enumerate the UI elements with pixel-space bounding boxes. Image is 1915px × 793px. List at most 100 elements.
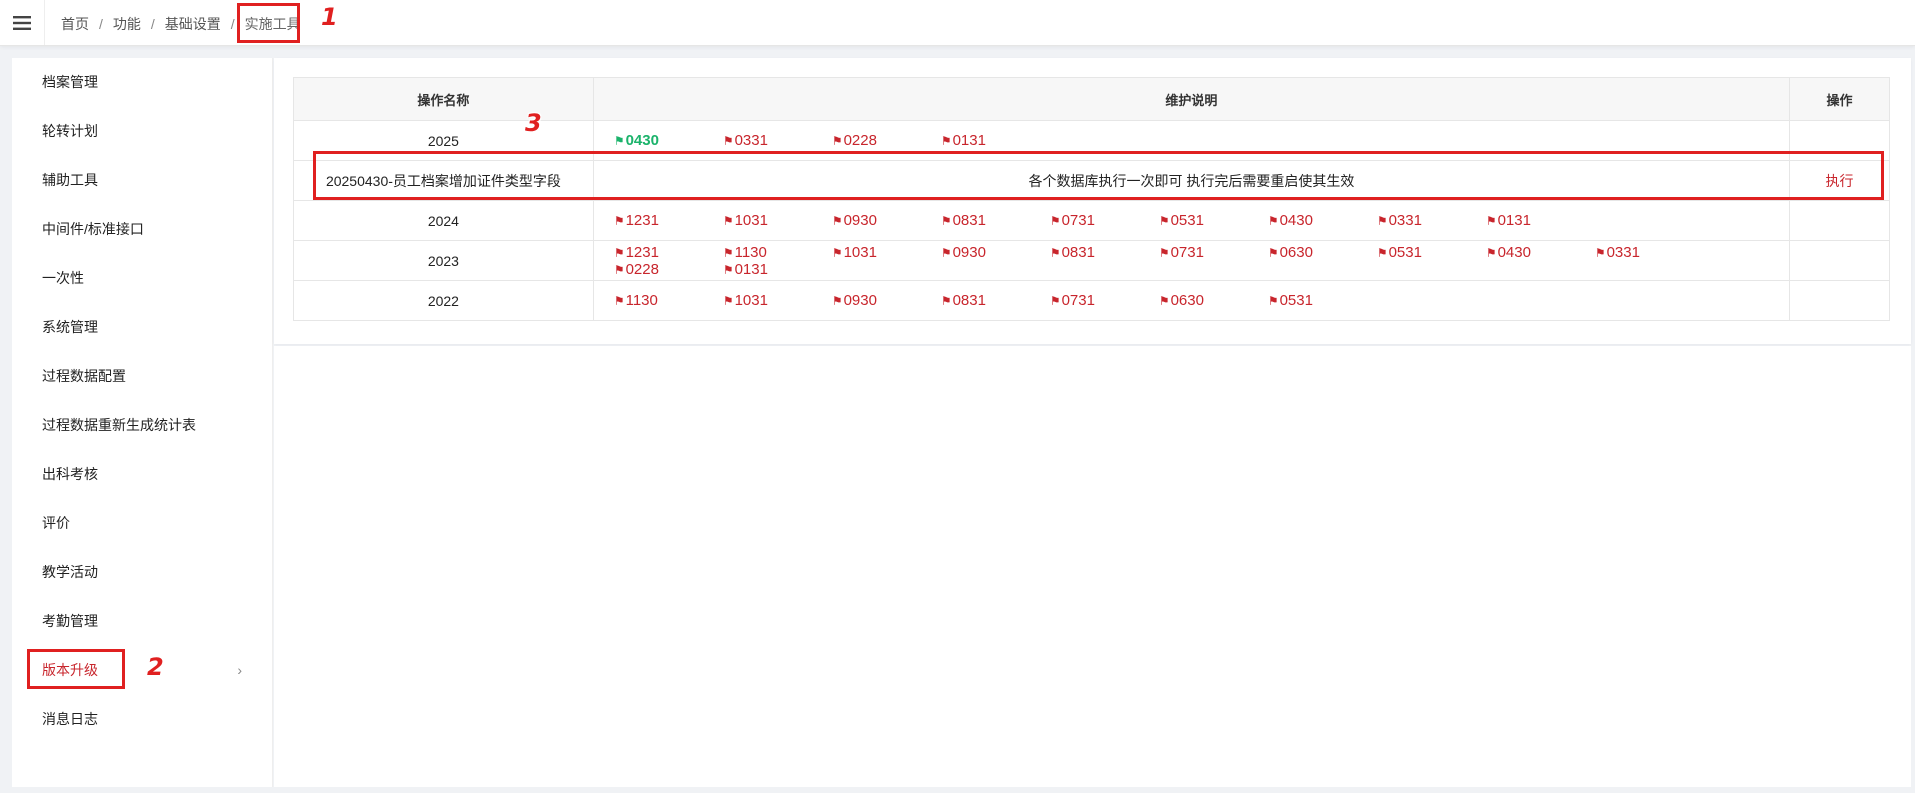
version-flag-link[interactable]: ⚑0831 — [941, 292, 1050, 309]
version-flag-link[interactable]: ⚑1031 — [723, 212, 832, 229]
version-flag-link[interactable]: ⚑0131 — [1486, 212, 1595, 229]
version-flag-link[interactable]: ⚑0531 — [1377, 244, 1486, 261]
version-flag-label: 0131 — [1497, 212, 1531, 229]
sidebar-item-label: 中间件/标准接口 — [42, 221, 144, 237]
sidebar-item-label: 过程数据配置 — [42, 368, 126, 384]
version-flag-link[interactable]: ⚑0930 — [941, 244, 1050, 261]
flag-icon: ⚑ — [722, 214, 734, 228]
version-flag-label: 1130 — [734, 243, 767, 261]
version-flag-link[interactable]: ⚑0930 — [832, 212, 941, 229]
sidebar-item-label: 出科考核 — [42, 466, 98, 482]
version-flag-label: 0930 — [843, 212, 877, 229]
sidebar-item-label: 教学活动 — [42, 564, 98, 580]
flag-icon: ⚑ — [1049, 214, 1061, 228]
version-flag-link[interactable]: ⚑0630 — [1268, 244, 1377, 261]
breadcrumb-basic-settings[interactable]: 基础设置 — [165, 16, 221, 32]
flag-icon: ⚑ — [1594, 245, 1606, 260]
version-flag-link[interactable]: ⚑1031 — [832, 244, 941, 261]
version-flag-label: 0228 — [625, 260, 659, 278]
version-flag-link[interactable]: ⚑0228 — [614, 261, 723, 278]
version-flag-label: 1231 — [625, 212, 659, 229]
sidebar-item-8[interactable]: 出科考核 — [12, 450, 272, 499]
sidebar-item-label: 消息日志 — [42, 711, 98, 727]
flag-icon: ⚑ — [722, 262, 734, 277]
sidebar-item-label: 考勤管理 — [42, 613, 98, 629]
version-flag-link[interactable]: ⚑0331 — [723, 132, 832, 149]
action-cell — [1789, 200, 1890, 241]
sidebar-item-label: 评价 — [42, 515, 70, 531]
breadcrumb-function[interactable]: 功能 — [113, 16, 141, 32]
sidebar-item-0[interactable]: 档案管理 — [12, 58, 272, 107]
sidebar-item-2[interactable]: 辅助工具 — [12, 156, 272, 205]
version-flags-cell: ⚑1231 ⚑1130 ⚑1031 ⚑0930 ⚑0831 ⚑0731 ⚑0630 ⚑0531… — [592, 240, 1791, 281]
flag-icon: ⚑ — [613, 245, 625, 260]
version-flag-link[interactable]: ⚑0430 — [1268, 212, 1377, 229]
table-row: 2022 ⚑1130 ⚑1031 ⚑0930 ⚑0831 ⚑0731 ⚑0630 ⚑0531 — [293, 280, 1890, 321]
flag-icon: ⚑ — [831, 294, 843, 308]
sidebar-item-10[interactable]: 教学活动 — [12, 548, 272, 597]
version-flag-link[interactable]: ⚑0930 — [832, 292, 941, 309]
chevron-right-icon: › — [237, 662, 242, 678]
version-flag-link[interactable]: ⚑0831 — [941, 212, 1050, 229]
action-cell — [1789, 240, 1890, 281]
version-flag-link[interactable]: ⚑0430 — [614, 132, 723, 149]
version-flag-link[interactable]: ⚑0131 — [723, 261, 832, 278]
flag-icon: ⚑ — [940, 245, 952, 260]
version-flag-label: 0430 — [625, 132, 659, 149]
breadcrumb-home[interactable]: 首页 — [61, 16, 89, 32]
version-flag-link[interactable]: ⚑1031 — [723, 292, 832, 309]
version-flag-link[interactable]: ⚑0228 — [832, 132, 941, 149]
action-cell — [1789, 280, 1890, 321]
version-flag-link[interactable]: ⚑1130 — [614, 292, 723, 309]
version-flag-link[interactable]: ⚑1231 — [614, 212, 723, 229]
flag-icon: ⚑ — [1485, 214, 1497, 228]
flag-icon: ⚑ — [1267, 294, 1279, 308]
operation-name-cell: 2024 — [293, 200, 594, 241]
callout-number-2: 2 — [147, 653, 164, 681]
version-flag-link[interactable]: ⚑1130 — [723, 244, 832, 261]
flag-icon: ⚑ — [1158, 214, 1170, 228]
callout-box-1 — [237, 3, 300, 43]
sidebar-item-label: 一次性 — [42, 270, 84, 286]
sidebar-item-4[interactable]: 一次性 — [12, 254, 272, 303]
version-flag-label: 0131 — [952, 132, 986, 149]
version-flag-link[interactable]: ⚑1231 — [614, 244, 723, 261]
version-flag-label: 0930 — [952, 243, 986, 261]
sidebar-item-7[interactable]: 过程数据重新生成统计表 — [12, 401, 272, 450]
version-flag-link[interactable]: ⚑0731 — [1159, 244, 1268, 261]
sidebar-item-6[interactable]: 过程数据配置 — [12, 352, 272, 401]
flag-icon: ⚑ — [613, 262, 625, 277]
version-flag-link[interactable]: ⚑0531 — [1268, 292, 1377, 309]
flag-icon: ⚑ — [831, 134, 843, 148]
version-flag-link[interactable]: ⚑0430 — [1486, 244, 1595, 261]
sidebar-item-label: 轮转计划 — [42, 123, 98, 139]
version-flag-link[interactable]: ⚑0331 — [1377, 212, 1486, 229]
flag-icon: ⚑ — [1049, 245, 1061, 260]
version-flags-cell: ⚑1231 ⚑1031 ⚑0930 ⚑0831 ⚑0731 ⚑0531 ⚑0430 ⚑0331… — [592, 200, 1791, 241]
version-flag-label: 0731 — [1170, 243, 1204, 261]
sidebar-item-3[interactable]: 中间件/标准接口 — [12, 205, 272, 254]
flag-icon: ⚑ — [613, 134, 625, 148]
flag-icon: ⚑ — [1376, 245, 1388, 260]
version-flag-label: 0228 — [843, 132, 877, 149]
version-flag-link[interactable]: ⚑0731 — [1050, 212, 1159, 229]
sidebar-item-13[interactable]: 消息日志 — [12, 695, 272, 744]
sidebar-item-1[interactable]: 轮转计划 — [12, 107, 272, 156]
version-flag-label: 0831 — [952, 212, 986, 229]
sidebar-item-11[interactable]: 考勤管理 — [12, 597, 272, 646]
version-flag-label: 1031 — [734, 292, 768, 309]
menu-toggle-button[interactable] — [0, 0, 45, 45]
flag-icon: ⚑ — [940, 214, 952, 228]
sidebar-item-5[interactable]: 系统管理 — [12, 303, 272, 352]
content-empty-area — [274, 346, 1911, 787]
callout-number-1: 1 — [321, 3, 338, 31]
flag-icon: ⚑ — [722, 134, 734, 148]
version-flag-label: 0831 — [1061, 243, 1095, 261]
version-flag-link[interactable]: ⚑0731 — [1050, 292, 1159, 309]
version-flag-link[interactable]: ⚑0331 — [1595, 244, 1704, 261]
sidebar-item-9[interactable]: 评价 — [12, 499, 272, 548]
version-flag-link[interactable]: ⚑0531 — [1159, 212, 1268, 229]
version-flag-link[interactable]: ⚑0630 — [1159, 292, 1268, 309]
version-flag-link[interactable]: ⚑0831 — [1050, 244, 1159, 261]
version-flag-link[interactable]: ⚑0131 — [941, 132, 1050, 149]
